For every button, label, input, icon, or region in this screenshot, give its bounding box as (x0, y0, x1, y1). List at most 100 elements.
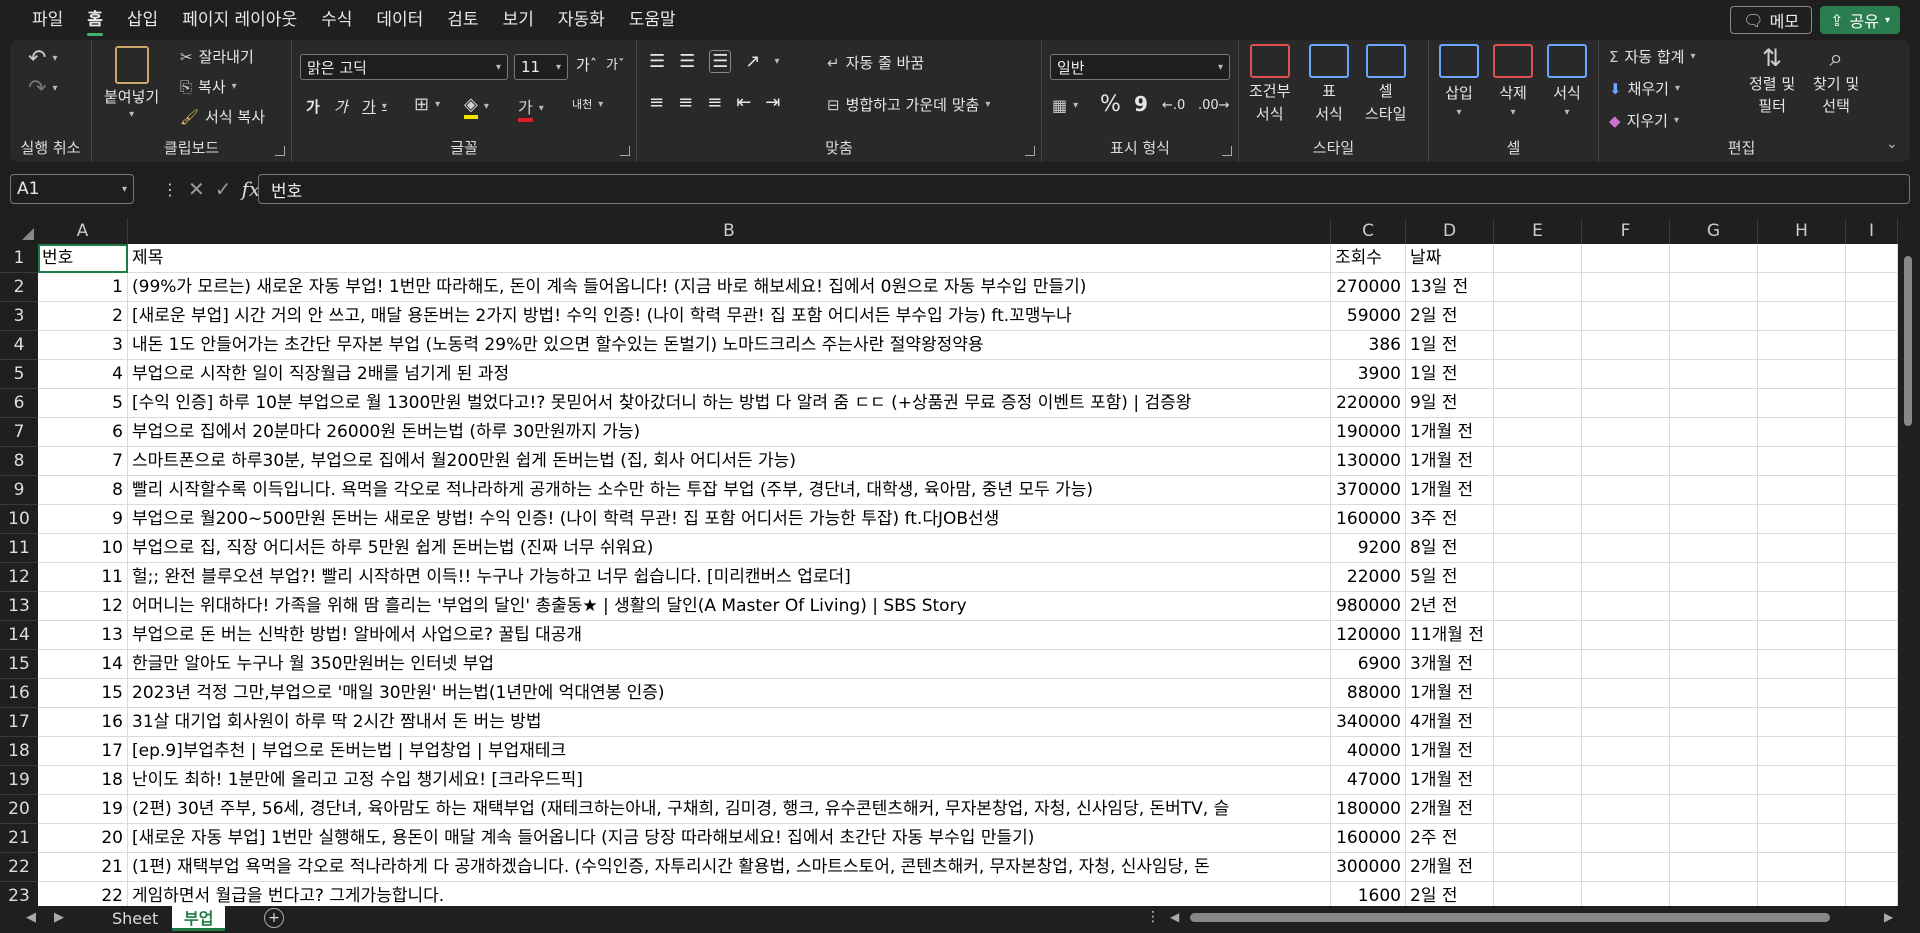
cell[interactable]: 부업으로 집에서 20분마다 26000원 돈버는법 (하루 30만원까지 가능… (128, 418, 1331, 447)
cell[interactable] (1670, 273, 1758, 302)
cell[interactable]: 15 (38, 679, 128, 708)
cell[interactable] (1670, 476, 1758, 505)
increase-indent-icon[interactable]: ⇥ (765, 92, 780, 113)
cell[interactable] (1758, 621, 1846, 650)
menu-item[interactable]: 검토 (435, 0, 490, 40)
cell[interactable] (1670, 650, 1758, 679)
column-header[interactable]: G (1670, 218, 1758, 244)
delete-cells-button[interactable]: 삭제 ▾ (1493, 44, 1533, 118)
menu-item[interactable]: 도움말 (617, 0, 688, 40)
cell[interactable] (1846, 766, 1898, 795)
row-header[interactable]: 12 (0, 563, 38, 592)
cell[interactable]: [수익 인증] 하루 10분 부업으로 월 1300만원 벌었다고!? 못믿어서… (128, 389, 1331, 418)
cell[interactable]: 난이도 최하! 1분만에 올리고 고정 수입 챙기세요! [크라우드픽] (128, 766, 1331, 795)
cell[interactable] (1846, 737, 1898, 766)
cell[interactable]: 1개월 전 (1406, 737, 1494, 766)
cell[interactable]: 20 (38, 824, 128, 853)
row-header[interactable]: 8 (0, 447, 38, 476)
cell[interactable]: 6900 (1331, 650, 1406, 679)
currency-button[interactable]: ▦ ▾ (1052, 96, 1078, 115)
cell[interactable] (1846, 273, 1898, 302)
menu-item[interactable]: 페이지 레이아웃 (170, 0, 309, 40)
align-left-icon[interactable]: ≡ (649, 92, 664, 113)
copy-button[interactable]: ⎘ 복사 ▾ (180, 76, 237, 97)
cell[interactable] (1670, 331, 1758, 360)
cell[interactable] (1758, 853, 1846, 882)
cell[interactable] (1846, 447, 1898, 476)
conditional-format-button[interactable]: 조건부 서식 (1249, 44, 1290, 124)
align-middle-icon[interactable]: ☰ (679, 51, 695, 72)
cell[interactable]: (99%가 모르는) 새로운 자동 부업! 1번만 따라해도, 돈이 계속 들어… (128, 273, 1331, 302)
cell[interactable]: 1개월 전 (1406, 766, 1494, 795)
bold-button[interactable]: 가 (306, 96, 320, 117)
merge-center-button[interactable]: ⊟ 병합하고 가운데 맞춤 ▾ (827, 94, 990, 115)
cell[interactable]: 11 (38, 563, 128, 592)
cell[interactable]: 1개월 전 (1406, 447, 1494, 476)
cell[interactable]: 190000 (1331, 418, 1406, 447)
column-header[interactable]: B (128, 218, 1331, 244)
cell[interactable]: 220000 (1331, 389, 1406, 418)
cell[interactable] (1846, 708, 1898, 737)
menu-item[interactable]: 자동화 (546, 0, 617, 40)
scroll-left-icon[interactable]: ◀ (1170, 910, 1179, 924)
cell[interactable] (1758, 273, 1846, 302)
scroll-right-icon[interactable]: ▶ (1884, 910, 1893, 924)
collapse-ribbon-button[interactable]: ⌄ (1886, 136, 1898, 152)
cell[interactable] (1846, 244, 1898, 273)
cell[interactable]: 3 (38, 331, 128, 360)
cell[interactable] (1670, 824, 1758, 853)
cut-button[interactable]: ✂ 잘라내기 (180, 46, 254, 67)
next-sheet-icon[interactable]: ▶ (54, 910, 64, 925)
dialog-launcher-icon[interactable] (1222, 146, 1232, 156)
cell[interactable] (1494, 302, 1582, 331)
cell[interactable] (1758, 389, 1846, 418)
cell[interactable]: 40000 (1331, 737, 1406, 766)
cell[interactable] (1582, 505, 1670, 534)
cell[interactable]: 8일 전 (1406, 534, 1494, 563)
cell[interactable] (1846, 302, 1898, 331)
cell[interactable] (1494, 766, 1582, 795)
wrap-text-button[interactable]: ↵ 자동 줄 바꿈 (827, 52, 924, 73)
underline-button[interactable]: 가 ▾ (362, 96, 387, 117)
cell[interactable]: 270000 (1331, 273, 1406, 302)
row-header[interactable]: 10 (0, 505, 38, 534)
cell[interactable] (1494, 476, 1582, 505)
cell[interactable] (1846, 505, 1898, 534)
row-header[interactable]: 15 (0, 650, 38, 679)
cell[interactable] (1670, 882, 1758, 906)
cell[interactable] (1582, 476, 1670, 505)
cell[interactable] (1582, 824, 1670, 853)
cell[interactable] (1494, 621, 1582, 650)
cell[interactable] (1758, 418, 1846, 447)
cell[interactable]: 3900 (1331, 360, 1406, 389)
cell[interactable] (1846, 418, 1898, 447)
cell[interactable] (1582, 592, 1670, 621)
cell[interactable] (1758, 476, 1846, 505)
cell[interactable] (1582, 447, 1670, 476)
cell[interactable] (1582, 360, 1670, 389)
row-header[interactable]: 18 (0, 737, 38, 766)
menu-item[interactable]: 파일 (20, 0, 75, 40)
cell[interactable]: 16 (38, 708, 128, 737)
cell[interactable]: 10 (38, 534, 128, 563)
cell[interactable]: 헐;; 완전 블루오션 부업?! 빨리 시작하면 이득!! 누구나 가능하고 너… (128, 563, 1331, 592)
cell[interactable]: 17 (38, 737, 128, 766)
cell[interactable] (1758, 360, 1846, 389)
dialog-launcher-icon[interactable] (1025, 146, 1035, 156)
cell[interactable] (1846, 592, 1898, 621)
more-options-icon[interactable]: ⋮ (1146, 909, 1160, 925)
cell[interactable]: 4 (38, 360, 128, 389)
cell[interactable] (1494, 360, 1582, 389)
menu-item[interactable]: 삽입 (115, 0, 170, 40)
cell[interactable]: 7 (38, 447, 128, 476)
cell[interactable] (1494, 679, 1582, 708)
cell[interactable] (1846, 360, 1898, 389)
cell[interactable]: 번호 (38, 244, 128, 273)
cell[interactable] (1846, 679, 1898, 708)
prev-sheet-icon[interactable]: ◀ (26, 910, 36, 925)
cell[interactable]: 120000 (1331, 621, 1406, 650)
cell[interactable]: 386 (1331, 331, 1406, 360)
cell[interactable]: 12 (38, 592, 128, 621)
vertical-scroll-thumb[interactable] (1904, 256, 1912, 426)
cell[interactable] (1758, 882, 1846, 906)
